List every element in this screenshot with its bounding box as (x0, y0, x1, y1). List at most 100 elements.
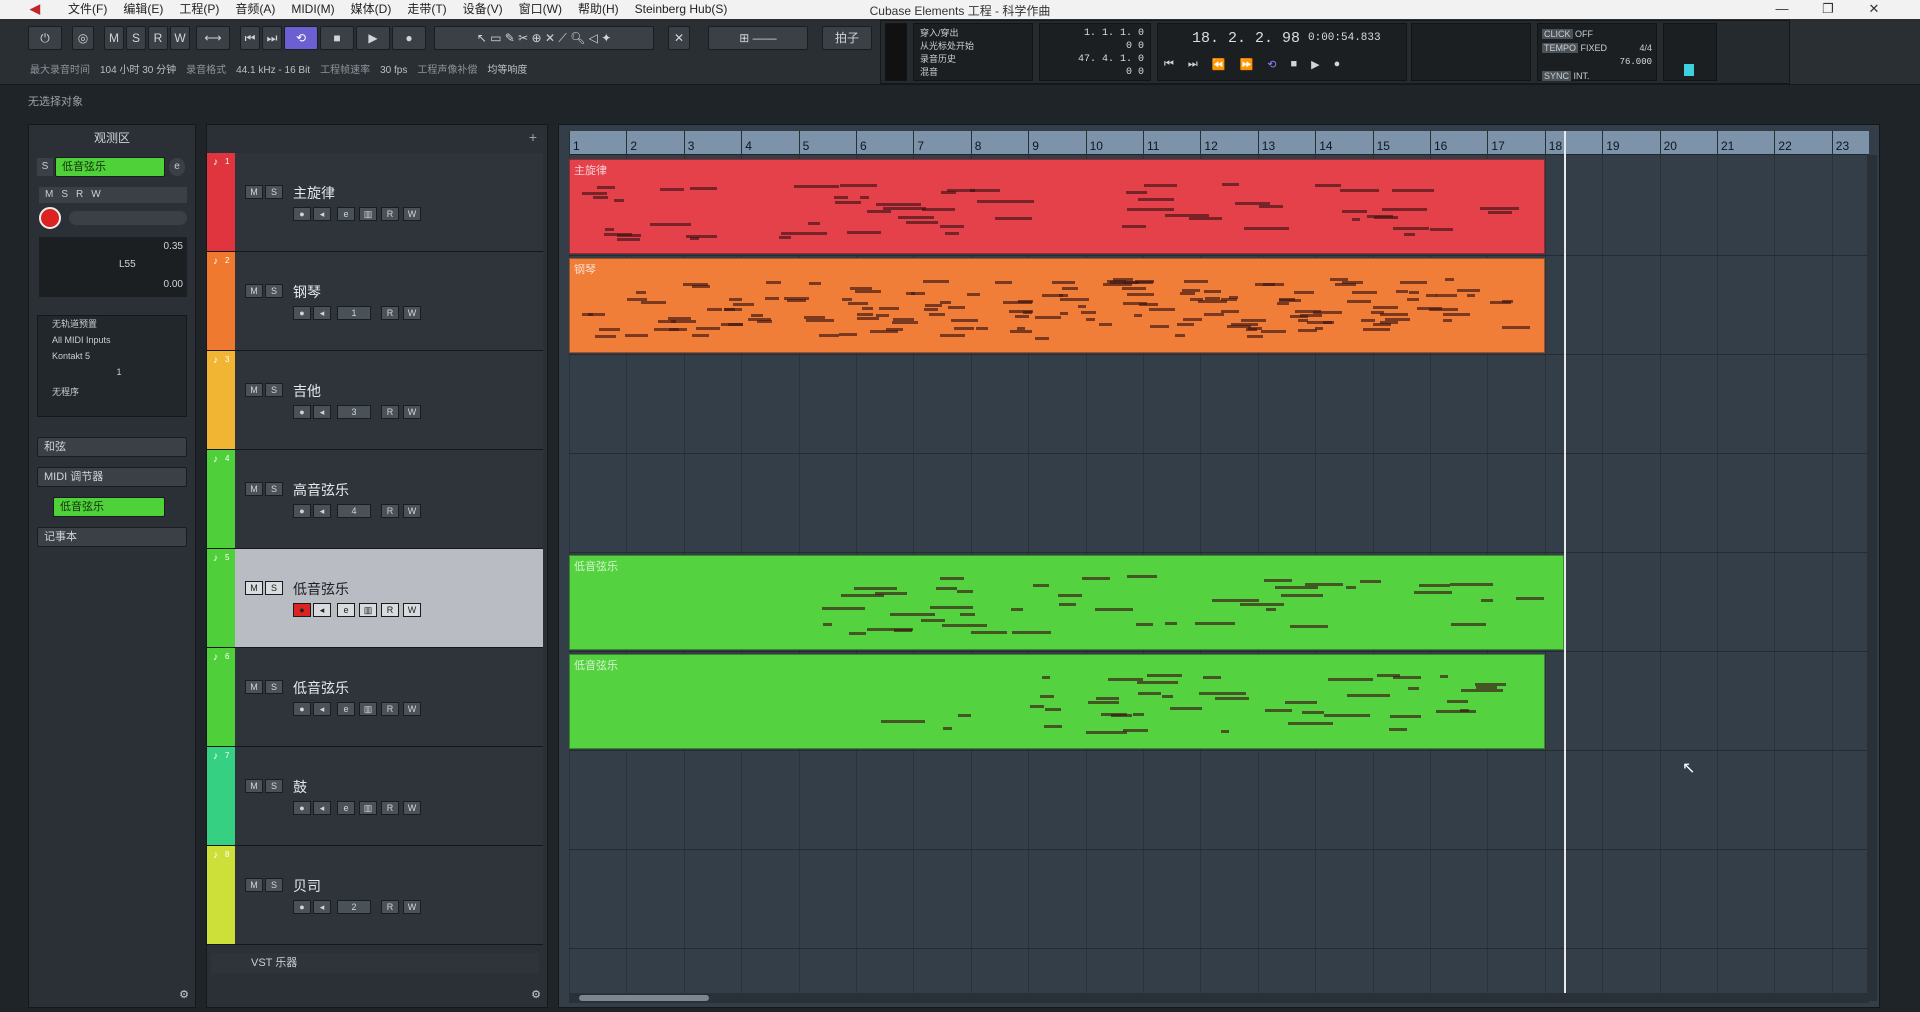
edit-instrument-button[interactable]: ▥ (359, 702, 377, 716)
ruler-bar-2[interactable]: 2 (626, 131, 637, 155)
ruler-bar-23[interactable]: 23 (1831, 131, 1849, 155)
record-enable-button[interactable]: ● (293, 306, 311, 320)
cycle-icon[interactable]: ⟲ (1267, 58, 1276, 71)
track-lane[interactable] (569, 751, 1869, 850)
instrument-slot[interactable]: 1 (337, 306, 371, 320)
punch-option[interactable]: 穿入/穿出 (920, 27, 1026, 40)
toolbar-mode-w-button[interactable]: W (170, 26, 190, 50)
menu-item-0[interactable]: 文件(F) (60, 2, 115, 17)
read-automation-button[interactable]: R (381, 603, 399, 617)
mute-button[interactable]: M (245, 581, 263, 595)
delay-value[interactable]: 0.00 (164, 279, 183, 290)
monitor-button[interactable]: ◂ (313, 504, 331, 518)
midi-input-select[interactable]: All MIDI Inputs (52, 332, 186, 348)
automation-mode-button[interactable]: ⟷ (196, 26, 230, 50)
monitor-button[interactable]: ◂ (313, 306, 331, 320)
ruler-bar-14[interactable]: 14 (1315, 131, 1333, 155)
cycle-button[interactable]: ⟲ (284, 26, 318, 50)
track-color-strip[interactable] (207, 351, 235, 449)
grid-type-select[interactable]: ⊞ —— (708, 26, 808, 50)
track-name[interactable]: 低音弦乐 (293, 579, 349, 599)
inspector-write-button[interactable]: W (91, 187, 100, 203)
ruler-bar-15[interactable]: 15 (1372, 131, 1390, 155)
menu-item-4[interactable]: MIDI(M) (283, 2, 342, 17)
track-color-strip[interactable] (207, 846, 235, 944)
mute-button[interactable]: M (245, 482, 263, 496)
monitor-button[interactable]: ◂ (313, 405, 331, 419)
record-enable-button[interactable]: ● (293, 405, 311, 419)
snap-icon[interactable]: ✕ (668, 26, 690, 50)
record-history-option[interactable]: 录音历史 (920, 53, 1026, 66)
vst-instruments-folder[interactable]: VST 乐器 (211, 953, 539, 973)
frame-rate-value[interactable]: 30 fps (380, 63, 407, 79)
track-row[interactable]: 1 ♪ M S 主旋律 ● ◂ e ▥ R W (207, 153, 543, 252)
read-automation-button[interactable]: R (381, 207, 399, 221)
mute-button[interactable]: M (245, 185, 263, 199)
solo-button[interactable]: S (265, 680, 283, 694)
menu-item-8[interactable]: 窗口(W) (511, 2, 570, 17)
ruler-bar-10[interactable]: 10 (1085, 131, 1103, 155)
track-color-strip[interactable] (207, 252, 235, 350)
menu-item-7[interactable]: 设备(V) (455, 2, 511, 17)
track-name[interactable]: 低音弦乐 (293, 678, 349, 698)
stop-button[interactable]: ■ (320, 26, 354, 50)
position-time[interactable]: 0:00:54.833 (1308, 32, 1381, 44)
solo-button[interactable]: S (265, 581, 283, 595)
ruler-bar-16[interactable]: 16 (1430, 131, 1447, 155)
edit-instrument-button[interactable]: ▥ (359, 207, 377, 221)
program-field[interactable]: 无程序 (52, 384, 186, 400)
solo-button[interactable]: S (265, 284, 283, 298)
inspector-settings-icon[interactable]: ⚙ (179, 988, 189, 1001)
solo-button[interactable]: S (265, 383, 283, 397)
inspector-track-name[interactable]: 低音弦乐 (55, 157, 165, 177)
track-row[interactable]: 3 ♪ M S 吉他 ● ◂ 3 R W (207, 351, 543, 450)
read-automation-button[interactable]: R (381, 900, 399, 914)
menu-item-3[interactable]: 音频(A) (227, 2, 283, 17)
track-name[interactable]: 鼓 (293, 777, 307, 797)
instrument-slot[interactable]: 3 (337, 405, 371, 419)
track-name[interactable]: 吉他 (293, 381, 321, 401)
mix-option[interactable]: 混音 (920, 66, 1026, 79)
record-enable-button[interactable]: ● (293, 900, 311, 914)
write-automation-button[interactable]: W (403, 405, 421, 419)
instrument-slot[interactable]: 2 (337, 900, 371, 914)
close-button[interactable]: ✕ (1852, 0, 1896, 19)
write-automation-button[interactable]: W (403, 207, 421, 221)
write-automation-button[interactable]: W (403, 603, 421, 617)
instrument-section[interactable]: 低音弦乐 (53, 497, 165, 517)
midi-output-select[interactable]: Kontakt 5 (52, 348, 186, 364)
track-lane[interactable] (569, 850, 1869, 949)
instrument-slot[interactable]: 4 (337, 504, 371, 518)
ruler-bar-17[interactable]: 17 (1487, 131, 1505, 155)
ruler-bar-8[interactable]: 8 (970, 131, 981, 155)
ruler-bar-3[interactable]: 3 (683, 131, 694, 155)
go-start-icon[interactable]: ⏮ (240, 26, 260, 50)
track-row[interactable]: 2 ♪ M S 钢琴 ● ◂ 1 R W (207, 252, 543, 351)
record-enable-button[interactable]: ● (293, 702, 311, 716)
edit-instrument-button[interactable]: ▥ (359, 801, 377, 815)
solo-button[interactable]: S (265, 878, 283, 892)
record-enable-button[interactable]: ● (293, 504, 311, 518)
click-button[interactable]: CLICK (1542, 29, 1573, 39)
inspector-faders[interactable]: 0.35 L55 0.00 (39, 237, 187, 297)
menu-item-6[interactable]: 走带(T) (399, 2, 454, 17)
read-automation-button[interactable]: R (381, 702, 399, 716)
track-color-strip[interactable] (207, 549, 235, 647)
ruler-bar-4[interactable]: 4 (741, 131, 752, 155)
track-row[interactable]: 6 ♪ M S 低音弦乐 ● ◂ e ▥ R W (207, 648, 543, 747)
track-row[interactable]: 8 ♪ M S 贝司 ● ◂ 2 R W (207, 846, 543, 945)
edit-instrument-icon[interactable]: e (169, 158, 185, 176)
play-button[interactable]: ▶ (356, 26, 390, 50)
instrument-slot[interactable]: e (337, 603, 355, 617)
toolbar-mode-s-button[interactable]: S (126, 26, 146, 50)
monitor-button[interactable]: ◂ (313, 603, 331, 617)
ruler-bar-9[interactable]: 9 (1028, 131, 1039, 155)
tempo-panel[interactable]: CLICK OFF TEMPO FIXED 4/4 76.000 SYNC IN… (1537, 23, 1657, 81)
mute-button[interactable]: M (245, 779, 263, 793)
project-arrangement[interactable]: 1 2 3 4 5 6 7 8 9 10 11 12 13 14 15 16 17 18 19 20 21 22 23 主旋… (558, 124, 1880, 1008)
track-name[interactable]: 钢琴 (293, 282, 321, 302)
tempo-value[interactable]: 76.000 (1542, 55, 1652, 69)
monitor-button[interactable]: ◂ (313, 801, 331, 815)
midi-part[interactable]: 主旋律 (569, 159, 1545, 254)
go-next-icon[interactable]: ⏭ (1188, 58, 1198, 71)
